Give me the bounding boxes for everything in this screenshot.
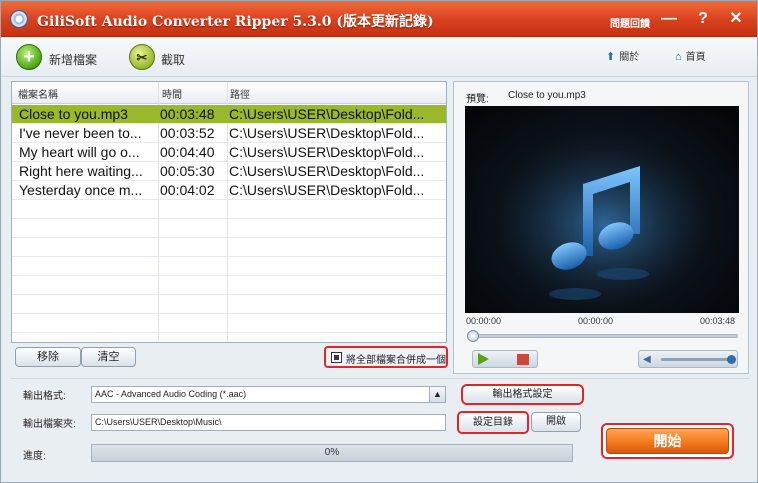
about-label: 關於 [619, 52, 640, 63]
about-link[interactable]: ⬆ 關於 [606, 48, 639, 63]
empty-row [12, 200, 446, 219]
output-settings-button[interactable]: 輸出格式設定 [461, 384, 584, 405]
time-current: 00:00:00 [578, 316, 614, 326]
toolbar: + 新增檔案 ✂ 截取 ⬆ 關於 ⌂ 首頁 [1, 37, 757, 77]
start-button-frame: 開始 [601, 423, 734, 459]
playback-controls [472, 350, 538, 368]
merge-files-option[interactable]: 將全部檔案合併成一個 [324, 346, 448, 368]
file-path-cell: C:\Users\USER\Desktop\Fold... [229, 163, 425, 179]
file-name-cell: Right here waiting... [19, 163, 143, 179]
add-file-button[interactable]: 新增檔案 [49, 51, 97, 68]
output-format-label: 輸出格式: [23, 391, 66, 402]
file-name-cell: My heart will go o... [19, 144, 140, 160]
column-header-time[interactable]: 時間 [162, 86, 182, 101]
speaker-icon[interactable]: ◀ [643, 354, 651, 365]
empty-row [12, 219, 446, 238]
set-directory-button[interactable]: 設定目錄 [457, 411, 529, 434]
table-row[interactable]: Close to you.mp3 00:03:48 C:\Users\USER\… [12, 105, 446, 124]
empty-row [12, 314, 446, 333]
table-row[interactable]: Right here waiting... 00:05:30 C:\Users\… [12, 162, 446, 181]
volume-slider[interactable] [661, 358, 729, 361]
stop-icon[interactable] [517, 354, 529, 365]
add-file-icon[interactable]: + [16, 44, 42, 70]
file-time-cell: 00:03:52 [160, 125, 215, 141]
info-arrow-icon: ⬆ [606, 51, 616, 63]
table-row[interactable]: I've never been to... 00:03:52 C:\Users\… [12, 124, 446, 143]
empty-row [12, 257, 446, 276]
start-button[interactable]: 開始 [606, 428, 729, 454]
table-row[interactable]: My heart will go o... 00:04:40 C:\Users\… [12, 143, 446, 162]
output-format-value: AAC - Advanced Audio Coding (*.aac) [95, 389, 247, 399]
window-title: GiliSoft Audio Converter Ripper 5.3.0 (版… [37, 14, 434, 30]
clear-button[interactable]: 清空 [81, 347, 136, 367]
output-folder-field[interactable]: C:\Users\USER\Desktop\Music\ [91, 414, 446, 431]
file-time-cell: 00:05:30 [160, 163, 215, 179]
file-path-cell: C:\Users\USER\Desktop\Fold... [229, 106, 425, 122]
output-format-select[interactable]: AAC - Advanced Audio Coding (*.aac) ▲ [91, 386, 446, 403]
column-header-path[interactable]: 路徑 [230, 86, 250, 101]
time-start: 00:00:00 [466, 316, 502, 326]
close-button[interactable]: ✕ [726, 10, 746, 28]
home-icon: ⌂ [675, 51, 682, 63]
preview-label: 預覽: [466, 94, 489, 105]
empty-row [12, 276, 446, 295]
file-list[interactable]: 檔案名稱 時間 路徑 Close to you.mp3 00:03:48 C:\… [11, 81, 447, 343]
table-row[interactable]: Yesterday once m... 00:04:02 C:\Users\US… [12, 181, 446, 200]
merge-checkbox[interactable] [331, 352, 342, 363]
open-folder-button[interactable]: 開啟 [531, 412, 581, 432]
minimize-button[interactable]: — [659, 10, 679, 28]
home-label: 首頁 [685, 52, 706, 63]
file-name-cell: I've never been to... [19, 125, 142, 141]
column-header-name[interactable]: 檔案名稱 [18, 86, 58, 101]
file-name-cell: Close to you.mp3 [19, 106, 128, 122]
time-end: 00:03:48 [700, 316, 736, 326]
file-time-cell: 00:04:02 [160, 182, 215, 198]
play-icon[interactable] [478, 353, 489, 365]
table-header: 檔案名稱 時間 路徑 [12, 82, 446, 104]
chevron-up-icon[interactable]: ▲ [429, 387, 445, 402]
preview-panel: 預覽: Close to you.mp3 00:00:00 00:00:00 0… [453, 81, 749, 374]
volume-handle[interactable] [727, 355, 736, 364]
volume-control: ◀ [638, 350, 738, 368]
music-note-icon [485, 126, 725, 306]
seek-handle[interactable] [467, 330, 479, 342]
output-folder-label: 輸出檔案夾: [23, 419, 76, 430]
empty-row [12, 238, 446, 257]
app-disc-icon [10, 10, 28, 28]
help-button[interactable]: ? [693, 10, 713, 28]
file-time-cell: 00:03:48 [160, 106, 215, 122]
cut-button[interactable]: 截取 [161, 51, 185, 68]
home-link[interactable]: ⌂ 首頁 [675, 48, 706, 63]
empty-row [12, 295, 446, 314]
preview-screen [465, 106, 739, 313]
progress-label: 進度: [23, 451, 46, 462]
feedback-link[interactable]: 問題回饋 [610, 15, 650, 30]
merge-label: 將全部檔案合併成一個 [346, 355, 446, 366]
progress-bar: 0% [91, 444, 573, 462]
file-path-cell: C:\Users\USER\Desktop\Fold... [229, 125, 425, 141]
preview-file-name: Close to you.mp3 [508, 90, 586, 101]
file-path-cell: C:\Users\USER\Desktop\Fold... [229, 144, 425, 160]
file-time-cell: 00:04:40 [160, 144, 215, 160]
scissors-icon[interactable]: ✂ [129, 44, 155, 70]
remove-button[interactable]: 移除 [15, 347, 81, 367]
seek-slider[interactable] [467, 330, 738, 342]
file-path-cell: C:\Users\USER\Desktop\Fold... [229, 182, 425, 198]
progress-text: 0% [324, 447, 340, 458]
file-name-cell: Yesterday once m... [19, 182, 143, 198]
title-bar: GiliSoft Audio Converter Ripper 5.3.0 (版… [1, 1, 757, 37]
app-window: GiliSoft Audio Converter Ripper 5.3.0 (版… [0, 0, 758, 483]
